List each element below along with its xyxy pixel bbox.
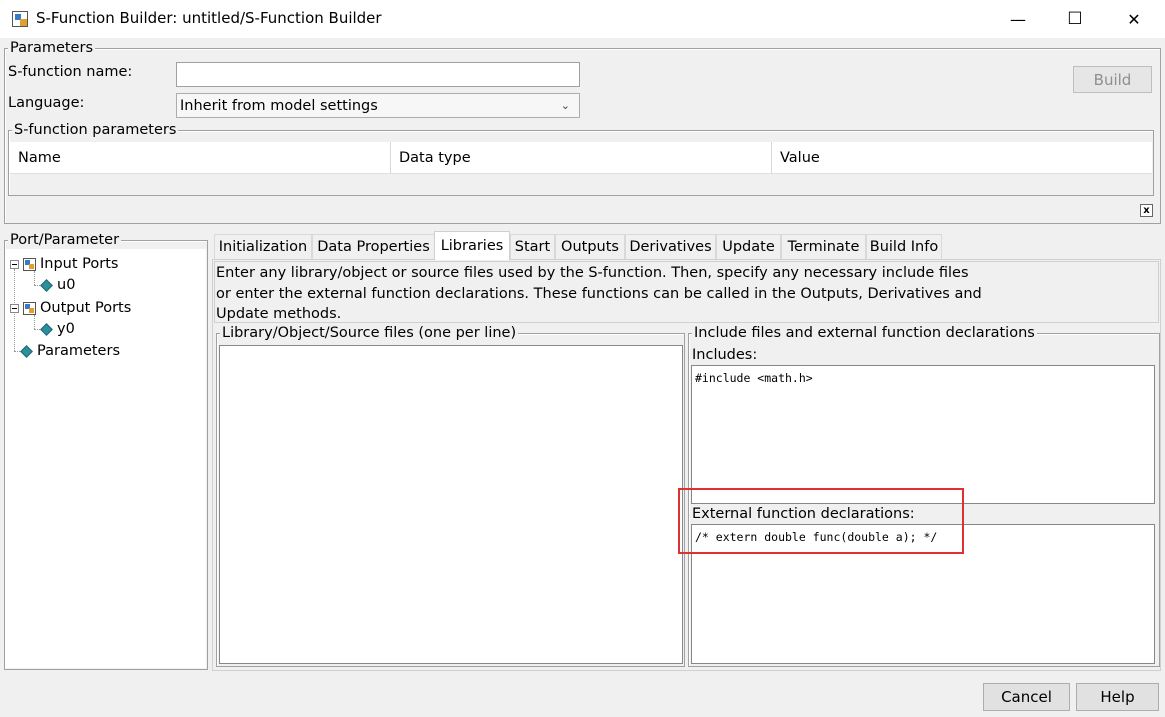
- tab-initialization[interactable]: Initialization: [214, 234, 312, 259]
- includes-textarea[interactable]: #include <math.h>: [691, 365, 1155, 504]
- port-parameter-legend: Port/Parameter: [8, 232, 122, 248]
- highlight-box: [678, 488, 964, 554]
- sfunction-parameters-table-header: Name Data type Value: [10, 142, 1152, 174]
- tab-build-info[interactable]: Build Info: [866, 234, 942, 259]
- tree-item-label: Input Ports: [40, 256, 119, 272]
- diamond-port-icon: [40, 278, 53, 292]
- sfunction-name-input[interactable]: [176, 62, 580, 87]
- maximize-button[interactable]: ☐: [1052, 0, 1098, 38]
- language-select-value: Inherit from model settings: [180, 97, 378, 114]
- close-icon[interactable]: x: [1140, 204, 1153, 217]
- description-line-2: or enter the external function declarati…: [216, 286, 982, 302]
- help-button[interactable]: Help: [1076, 683, 1159, 711]
- tree-item-label: Parameters: [37, 343, 120, 359]
- collapse-icon[interactable]: [10, 303, 19, 313]
- column-header-value[interactable]: Value: [772, 142, 1152, 174]
- tree-item-input-ports[interactable]: Input Ports: [10, 256, 118, 272]
- tab-terminate[interactable]: Terminate: [781, 234, 866, 259]
- libraries-description-box: Enter any library/object or source files…: [214, 261, 1159, 323]
- tree-item-output-ports[interactable]: Output Ports: [10, 300, 131, 316]
- tree-item-label: Output Ports: [40, 300, 132, 316]
- diamond-port-icon: [40, 322, 53, 336]
- tree-item-u0[interactable]: u0: [40, 277, 75, 293]
- include-files-legend: Include files and external function decl…: [692, 325, 1037, 341]
- close-window-button[interactable]: ✕: [1111, 0, 1157, 38]
- port-block-icon: [23, 257, 36, 271]
- tree-item-parameters[interactable]: Parameters: [20, 343, 120, 359]
- includes-label: Includes:: [692, 347, 758, 363]
- sfunction-name-label: S-function name:: [8, 64, 133, 80]
- language-select[interactable]: Inherit from model settings ⌄: [176, 93, 580, 118]
- cancel-button[interactable]: Cancel: [983, 683, 1070, 711]
- tab-derivatives[interactable]: Derivatives: [625, 234, 716, 259]
- tab-data-properties[interactable]: Data Properties: [312, 234, 435, 259]
- column-header-data-type[interactable]: Data type: [391, 142, 772, 174]
- app-icon: [12, 11, 28, 27]
- description-line-1: Enter any library/object or source files…: [216, 265, 969, 281]
- chevron-down-icon: ⌄: [560, 99, 570, 112]
- build-button[interactable]: Build: [1073, 66, 1152, 93]
- sfunction-parameters-legend: S-function parameters: [12, 122, 179, 138]
- tree-item-label: u0: [57, 277, 76, 293]
- tab-start[interactable]: Start: [510, 234, 555, 259]
- library-files-textarea[interactable]: [219, 345, 683, 664]
- window-title: S-Function Builder: untitled/S-Function …: [36, 9, 382, 27]
- tab-outputs[interactable]: Outputs: [555, 234, 625, 259]
- collapse-icon[interactable]: [10, 259, 19, 269]
- minimize-button[interactable]: —: [995, 0, 1041, 38]
- column-header-name[interactable]: Name: [10, 142, 391, 174]
- parameters-legend: Parameters: [8, 40, 95, 56]
- title-bar: S-Function Builder: untitled/S-Function …: [0, 0, 1165, 38]
- port-block-icon: [23, 301, 36, 315]
- tab-update[interactable]: Update: [716, 234, 781, 259]
- tab-libraries[interactable]: Libraries: [434, 231, 510, 260]
- port-parameter-tree[interactable]: Input Ports u0 Output Ports y0 Parameter…: [6, 249, 206, 668]
- library-files-legend: Library/Object/Source files (one per lin…: [220, 325, 519, 341]
- diamond-port-icon: [20, 344, 33, 358]
- description-line-3: Update methods.: [216, 306, 342, 322]
- tree-item-y0[interactable]: y0: [40, 321, 75, 337]
- tree-item-label: y0: [57, 321, 75, 337]
- language-label: Language:: [8, 95, 85, 111]
